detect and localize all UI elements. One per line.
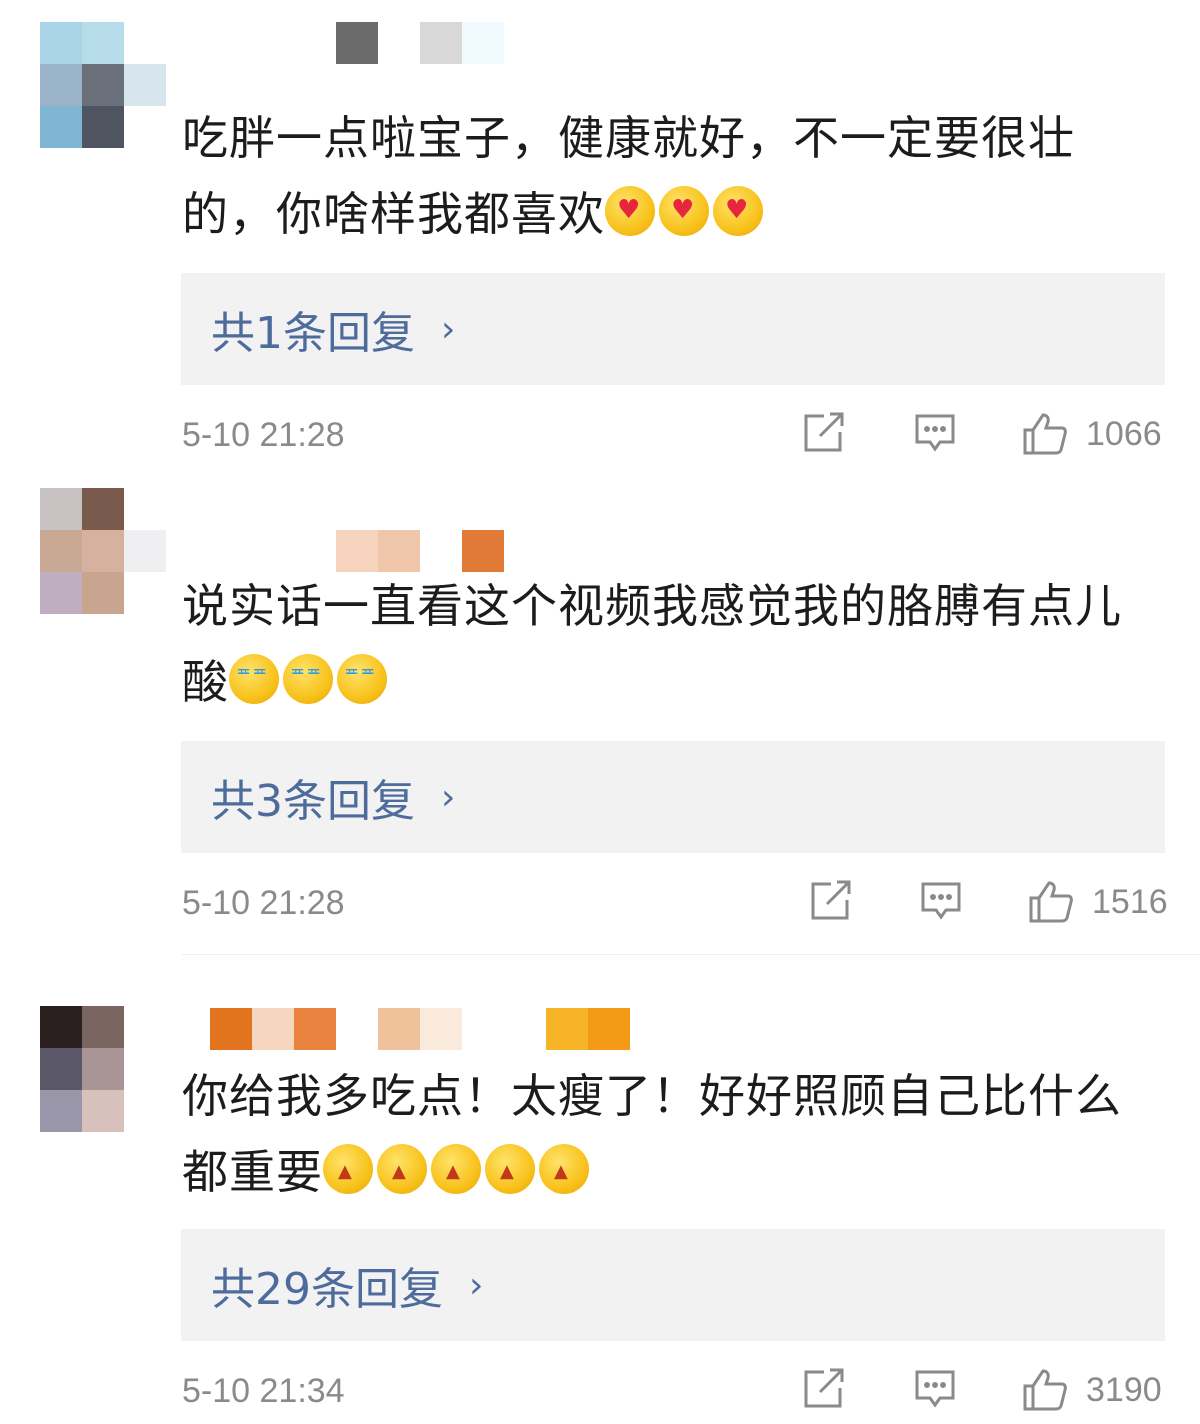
timestamp: 5-10 21:28 — [182, 416, 345, 454]
angry-face-icon — [323, 1144, 373, 1194]
like-count: 1066 — [1086, 414, 1162, 453]
avatar[interactable] — [40, 22, 166, 148]
timestamp: 5-10 21:34 — [182, 1372, 345, 1410]
angry-face-icon — [431, 1144, 481, 1194]
crying-laughing-icon — [283, 654, 333, 704]
comment-button[interactable] — [920, 880, 962, 922]
like-count: 3190 — [1086, 1370, 1162, 1409]
view-replies-button[interactable]: 共3条回复 › — [181, 741, 1165, 853]
angry-face-icon — [377, 1144, 427, 1194]
heart-face-icon — [713, 186, 763, 236]
comment-text: 说实话一直看这个视频我感觉我的胳膊有点儿酸 — [182, 568, 1162, 720]
view-replies-button[interactable]: 共1条回复 › — [181, 273, 1165, 385]
share-icon — [804, 412, 844, 452]
comment-button[interactable] — [914, 412, 956, 454]
like-button[interactable]: 1066 — [1022, 412, 1162, 456]
view-replies-button[interactable]: 共29条回复 › — [181, 1229, 1165, 1341]
thumbs-up-icon — [1023, 413, 1067, 455]
crying-laughing-icon — [229, 654, 279, 704]
comment-footer: 5-10 21:28 1516 — [182, 878, 1168, 928]
divider — [182, 954, 1200, 955]
comment-icon — [921, 882, 961, 920]
heart-face-icon — [659, 186, 709, 236]
thumbs-up-icon — [1029, 881, 1073, 923]
thumbs-up-icon — [1023, 1369, 1067, 1411]
avatar[interactable] — [40, 488, 166, 614]
reply-count-label: 共1条回复 — [211, 308, 415, 359]
reply-count-label: 共3条回复 — [211, 776, 415, 827]
share-button[interactable] — [802, 412, 846, 454]
comment-icon — [915, 414, 955, 452]
chevron-right-icon: › — [441, 308, 456, 350]
comment-button[interactable] — [914, 1368, 956, 1410]
reply-count-label: 共29条回复 — [211, 1264, 443, 1315]
heart-face-icon — [605, 186, 655, 236]
comment-body: 你给我多吃点！太瘦了！好好照顾自己比什么都重要 — [182, 1069, 1122, 1199]
chevron-right-icon: › — [469, 1264, 484, 1306]
share-icon — [804, 1368, 844, 1408]
angry-face-icon — [539, 1144, 589, 1194]
comment-footer: 5-10 21:34 3190 — [182, 1366, 1162, 1416]
angry-face-icon — [485, 1144, 535, 1194]
comment-text: 吃胖一点啦宝子，健康就好，不一定要很壮的，你啥样我都喜欢 — [182, 100, 1162, 252]
like-count: 1516 — [1092, 882, 1168, 921]
share-button[interactable] — [809, 880, 853, 922]
share-icon — [811, 880, 851, 920]
comment-icon — [915, 1370, 955, 1408]
crying-laughing-icon — [337, 654, 387, 704]
username-obscured[interactable] — [168, 22, 504, 66]
comment-footer: 5-10 21:28 1066 — [182, 410, 1162, 460]
timestamp: 5-10 21:28 — [182, 884, 345, 922]
like-button[interactable]: 3190 — [1022, 1368, 1162, 1412]
comment-text: 你给我多吃点！太瘦了！好好照顾自己比什么都重要 — [182, 1058, 1162, 1210]
chevron-right-icon: › — [441, 776, 456, 818]
username-obscured[interactable] — [168, 1008, 630, 1052]
avatar[interactable] — [40, 1006, 166, 1132]
like-button[interactable]: 1516 — [1028, 880, 1168, 924]
share-button[interactable] — [802, 1368, 846, 1410]
